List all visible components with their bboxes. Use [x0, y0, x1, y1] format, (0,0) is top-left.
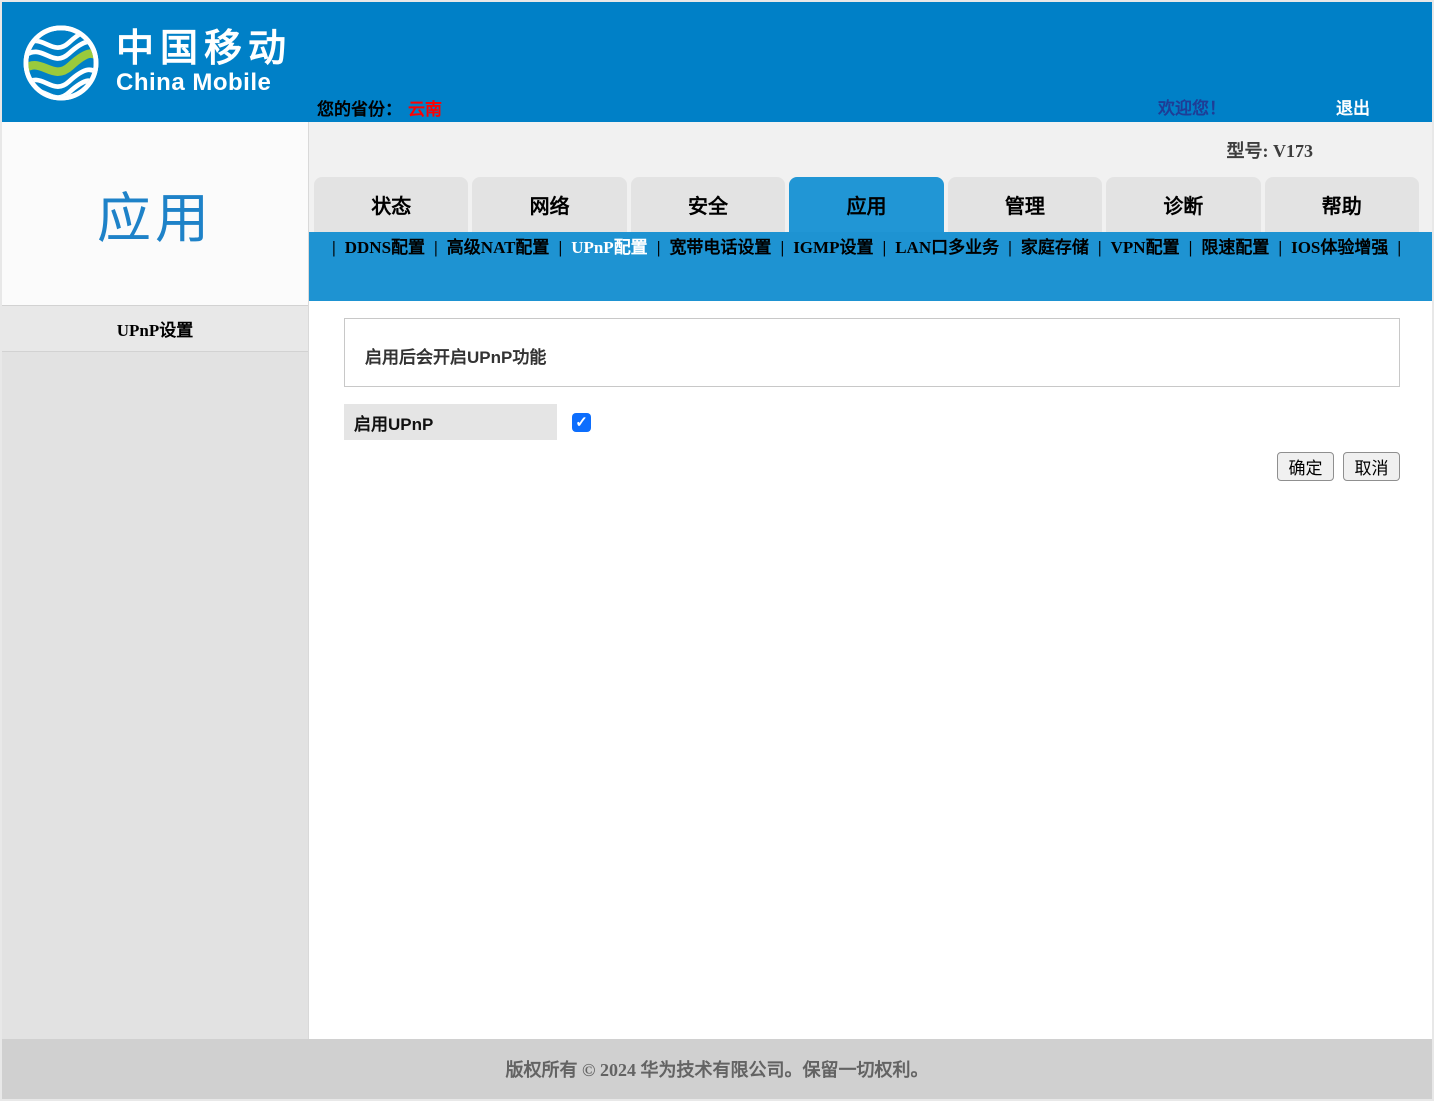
tab-4[interactable]: 管理	[948, 177, 1102, 232]
subnav-separator: |	[332, 238, 336, 257]
province-value: 云南	[408, 100, 442, 119]
ok-button[interactable]: 确定	[1277, 452, 1334, 481]
subnav-separator: |	[780, 238, 784, 257]
subnav-separator: |	[882, 238, 886, 257]
info-text: 启用后会开启UPnP功能	[365, 343, 1379, 368]
model-label: 型号: V173	[1227, 137, 1314, 163]
welcome-text: 欢迎您！	[1158, 94, 1226, 119]
copyright-text: 版权所有 © 2024 华为技术有限公司。保留一切权利。	[506, 1056, 929, 1082]
subnav-separator: |	[657, 238, 661, 257]
subnav-item-6[interactable]: 家庭存储	[1021, 238, 1089, 257]
subnav-bar: | DDNS配置 | 高级NAT配置 | UPnP配置 | 宽带电话设置 | IGMP设置 | LAN…	[309, 232, 1432, 301]
brand-name-cn: 中国移动	[116, 30, 292, 70]
subnav-separator: |	[1278, 238, 1282, 257]
router-admin-page: 中国移动 China Mobile 您的省份： 云南 欢迎您！ 退出 应用 UPn…	[0, 0, 1434, 1101]
logout-button[interactable]: 退出	[1336, 94, 1370, 119]
sidebar-menu: UPnP设置	[2, 305, 308, 352]
tab-6[interactable]: 帮助	[1265, 177, 1419, 232]
brand-logo: 中国移动 China Mobile	[22, 24, 292, 102]
subnav-item-9[interactable]: IOS体验增强	[1291, 238, 1388, 257]
subnav-item-7[interactable]: VPN配置	[1111, 238, 1180, 257]
tab-2[interactable]: 安全	[631, 177, 785, 232]
sidebar: 应用 UPnP设置	[2, 122, 309, 1039]
subnav-item-0[interactable]: DDNS配置	[345, 238, 425, 257]
main-column: 型号: V173 状态网络安全应用管理诊断帮助 |DDNS配置|高级NAT配置|…	[309, 122, 1432, 1039]
subnav-item-2[interactable]: UPnP配置	[571, 238, 648, 257]
subnav-item-3[interactable]: 宽带电话设置	[669, 238, 771, 257]
checkmark-icon: ✓	[575, 415, 588, 430]
tab-3[interactable]: 应用	[789, 177, 943, 232]
content-area: 启用后会开启UPnP功能 启用UPnP ✓ 确定 取消	[309, 301, 1432, 1039]
model-row: 型号: V173	[309, 122, 1432, 177]
sidebar-section-header: 应用	[2, 122, 308, 305]
subnav-separator: |	[1008, 238, 1012, 257]
brand-text: 中国移动 China Mobile	[116, 30, 292, 96]
province-indicator: 您的省份： 云南	[317, 95, 442, 120]
subnav-item-5[interactable]: LAN口多业务	[895, 238, 999, 257]
subnav-separator: |	[1397, 238, 1401, 257]
body-row: 应用 UPnP设置 型号: V173 状态网络安全应用管理诊断帮助 |DDNS配…	[2, 122, 1432, 1039]
upnp-enable-row: 启用UPnP ✓	[344, 404, 1400, 440]
cancel-button[interactable]: 取消	[1343, 452, 1400, 481]
subnav-items: | DDNS配置 | 高级NAT配置 | UPnP配置 | 宽带电话设置 | IGMP设置 | LAN…	[323, 237, 1422, 259]
subnav-separator: |	[1098, 238, 1102, 257]
tab-5[interactable]: 诊断	[1106, 177, 1260, 232]
subnav-item-4[interactable]: IGMP设置	[793, 238, 873, 257]
subnav-item-8[interactable]: 限速配置	[1201, 238, 1269, 257]
header: 中国移动 China Mobile 您的省份： 云南 欢迎您！ 退出	[2, 2, 1432, 122]
upnp-enable-label: 启用UPnP	[344, 404, 557, 440]
upnp-enable-checkbox[interactable]: ✓	[572, 413, 591, 432]
sidebar-section-title: 应用	[97, 174, 213, 253]
sidebar-item-0[interactable]: UPnP设置	[2, 305, 308, 352]
info-box: 启用后会开启UPnP功能	[344, 318, 1400, 387]
subnav-separator: |	[558, 238, 562, 257]
footer: 版权所有 © 2024 华为技术有限公司。保留一切权利。	[2, 1039, 1432, 1099]
sidebar-filler	[2, 352, 308, 1039]
province-label: 您的省份：	[317, 100, 402, 119]
subnav-item-1[interactable]: 高级NAT配置	[447, 238, 550, 257]
main-tabs: 状态网络安全应用管理诊断帮助	[309, 177, 1432, 232]
action-buttons: 确定 取消	[344, 452, 1400, 481]
subnav-separator: |	[434, 238, 438, 257]
tab-0[interactable]: 状态	[314, 177, 468, 232]
china-mobile-logo-icon	[22, 24, 100, 102]
subnav-separator: |	[1189, 238, 1193, 257]
brand-name-en: China Mobile	[116, 70, 292, 96]
tab-1[interactable]: 网络	[472, 177, 626, 232]
